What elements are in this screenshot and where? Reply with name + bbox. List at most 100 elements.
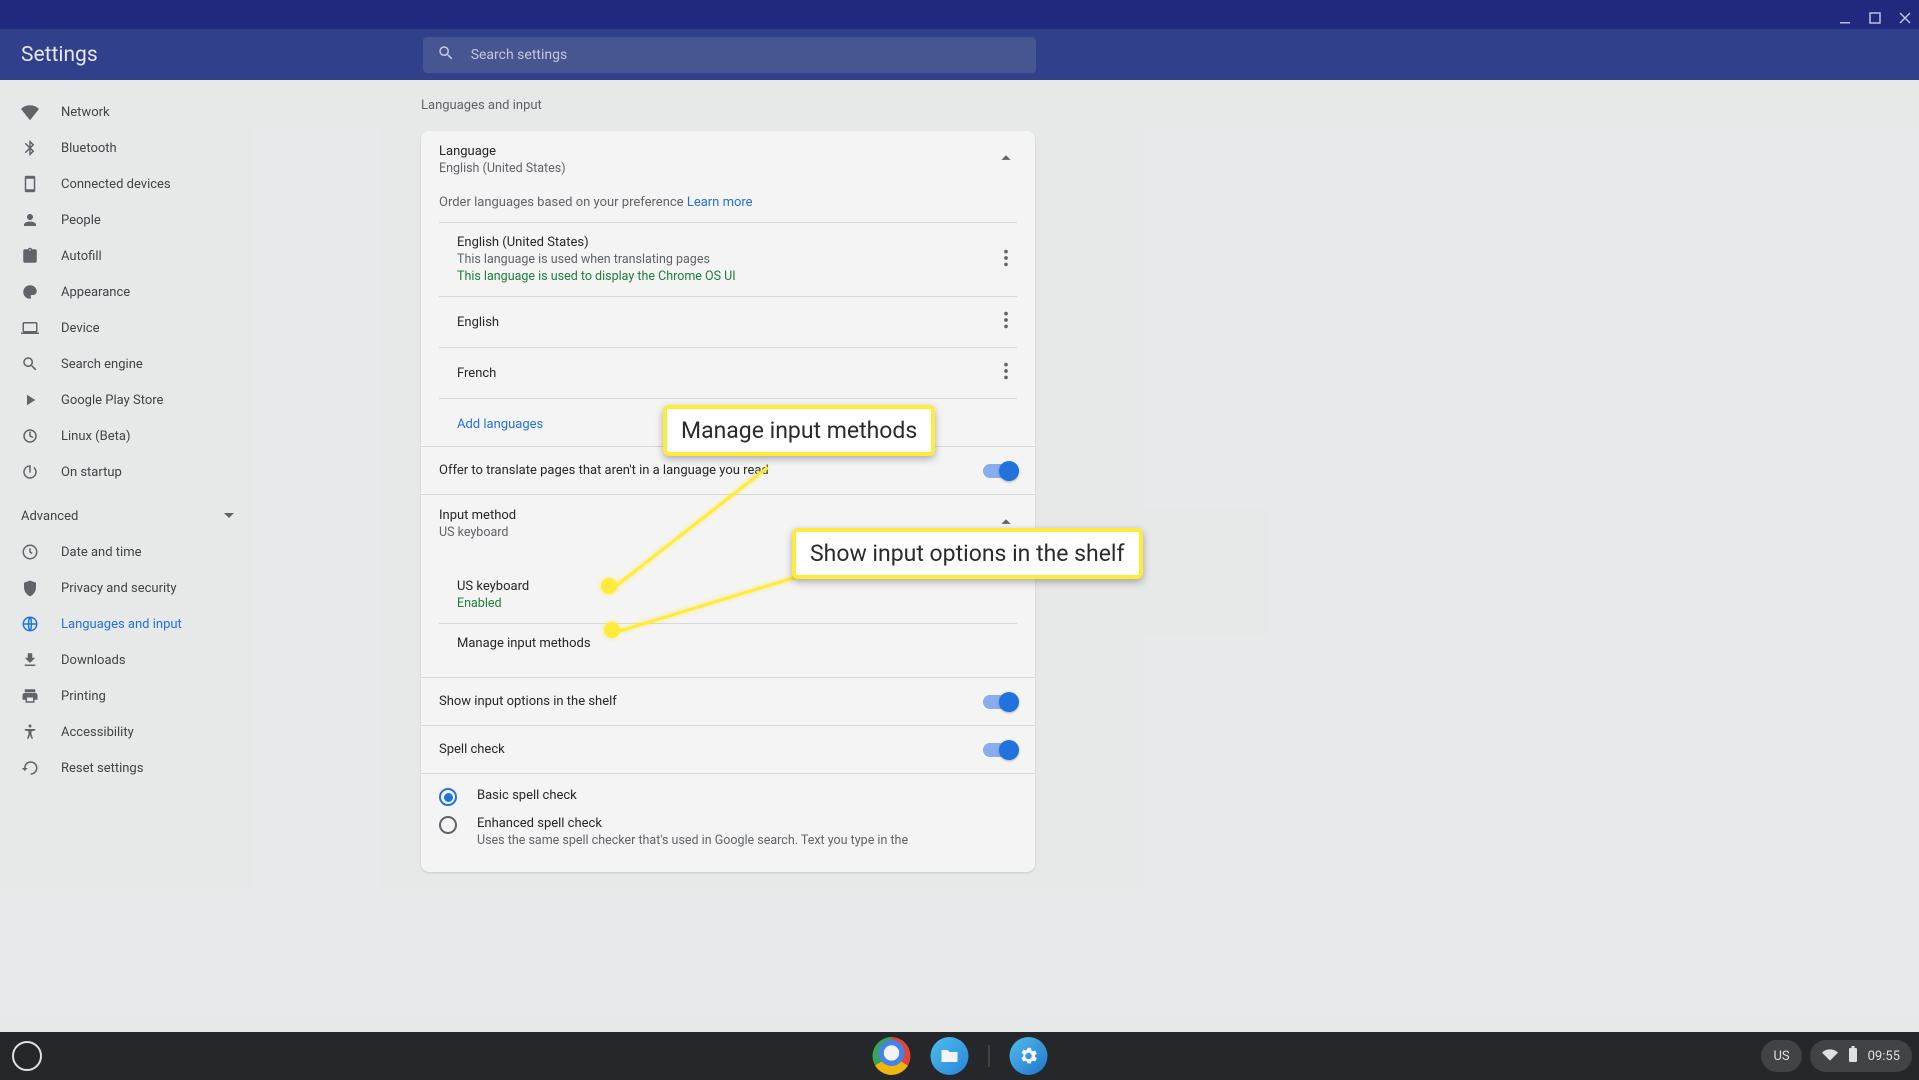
language-item-french: French — [439, 347, 1017, 398]
sidebar-item-autofill[interactable]: Autofill — [0, 238, 255, 274]
radio-unchecked-icon[interactable] — [439, 816, 457, 834]
launcher-button[interactable] — [12, 1041, 42, 1071]
basic-spell-row[interactable]: Basic spell check — [439, 788, 1017, 806]
sidebar-item-people[interactable]: People — [0, 202, 255, 238]
language-order-text: Order languages based on your preference… — [439, 189, 1017, 222]
app-header: Settings — [0, 29, 1919, 80]
phone-icon — [21, 175, 39, 193]
shelf: US 09:55 — [0, 1032, 1919, 1080]
files-app-icon[interactable] — [930, 1037, 968, 1075]
basic-spell-label: Basic spell check — [477, 788, 577, 803]
minimize-icon[interactable] — [1839, 9, 1851, 21]
sidebar-item-label: Accessibility — [61, 725, 134, 740]
show-shelf-toggle[interactable] — [983, 695, 1017, 709]
sidebar-item-languages[interactable]: Languages and input — [0, 606, 255, 642]
sidebar-item-accessibility[interactable]: Accessibility — [0, 714, 255, 750]
radio-checked-icon[interactable] — [439, 788, 457, 806]
download-icon — [21, 651, 39, 669]
sidebar-item-label: Linux (Beta) — [61, 429, 130, 444]
spell-check-setting-row: Spell check — [421, 725, 1035, 773]
language-sub-os: This language is used to display the Chr… — [457, 269, 736, 284]
maximize-icon[interactable] — [1869, 9, 1881, 21]
linux-icon — [21, 427, 39, 445]
window-titlebar — [0, 0, 1919, 29]
sidebar-item-search-engine[interactable]: Search engine — [0, 346, 255, 382]
close-icon[interactable] — [1899, 9, 1911, 21]
sidebar-item-connected-devices[interactable]: Connected devices — [0, 166, 255, 202]
search-icon — [437, 44, 471, 66]
sidebar-item-printing[interactable]: Printing — [0, 678, 255, 714]
callout-manage-input: Manage input methods — [663, 405, 935, 456]
sidebar-item-label: People — [61, 213, 101, 228]
enhanced-spell-sub: Uses the same spell checker that's used … — [477, 833, 908, 848]
more-icon[interactable] — [995, 309, 1017, 335]
language-subtitle: English (United States) — [439, 161, 566, 176]
shelf-separator — [988, 1045, 989, 1067]
search-icon — [21, 355, 39, 373]
language-name: English (United States) — [457, 235, 736, 250]
sidebar-item-label: Printing — [61, 689, 106, 704]
sidebar-item-label: Appearance — [61, 285, 130, 300]
globe-icon — [21, 615, 39, 633]
sidebar-item-appearance[interactable]: Appearance — [0, 274, 255, 310]
callout-show-shelf: Show input options in the shelf — [792, 528, 1143, 579]
shelf-apps — [872, 1037, 1047, 1075]
ime-indicator[interactable]: US — [1761, 1040, 1801, 1072]
sidebar-advanced-label: Advanced — [21, 509, 78, 524]
translate-toggle[interactable] — [983, 464, 1017, 478]
shield-icon — [21, 579, 39, 597]
keyboard-status: Enabled — [457, 596, 1017, 611]
search-container — [423, 37, 1036, 73]
power-icon — [21, 463, 39, 481]
chrome-app-icon[interactable] — [872, 1037, 910, 1075]
sidebar-advanced-toggle[interactable]: Advanced — [0, 498, 255, 534]
app-title: Settings — [21, 43, 98, 67]
enhanced-spell-row[interactable]: Enhanced spell check Uses the same spell… — [439, 816, 1017, 848]
laptop-icon — [21, 319, 39, 337]
sidebar-item-startup[interactable]: On startup — [0, 454, 255, 490]
language-sub: This language is used when translating p… — [457, 252, 736, 267]
sidebar-item-label: Connected devices — [61, 177, 171, 192]
sidebar: Network Bluetooth Connected devices Peop… — [0, 80, 255, 1032]
sidebar-item-downloads[interactable]: Downloads — [0, 642, 255, 678]
spell-check-toggle[interactable] — [983, 743, 1017, 757]
sidebar-item-device[interactable]: Device — [0, 310, 255, 346]
sidebar-item-linux[interactable]: Linux (Beta) — [0, 418, 255, 454]
sidebar-item-label: Autofill — [61, 249, 102, 264]
language-header[interactable]: Language English (United States) — [421, 131, 1035, 189]
sidebar-item-label: Reset settings — [61, 761, 143, 776]
sidebar-item-label: Network — [61, 105, 110, 120]
settings-app-icon[interactable] — [1009, 1037, 1047, 1075]
sidebar-item-date-time[interactable]: Date and time — [0, 534, 255, 570]
status-tray[interactable]: 09:55 — [1810, 1040, 1912, 1072]
play-icon — [21, 391, 39, 409]
clipboard-icon — [21, 247, 39, 265]
sidebar-item-bluetooth[interactable]: Bluetooth — [0, 130, 255, 166]
input-method-title: Input method — [439, 508, 516, 523]
keyboard-name: US keyboard — [457, 579, 1017, 594]
sidebar-item-network[interactable]: Network — [0, 94, 255, 130]
restore-icon — [21, 759, 39, 777]
manage-input-methods-row[interactable]: Manage input methods — [439, 623, 1017, 663]
sidebar-item-label: Search engine — [61, 357, 143, 372]
input-method-subtitle: US keyboard — [439, 525, 516, 540]
sidebar-item-play-store[interactable]: Google Play Store — [0, 382, 255, 418]
sidebar-item-label: Device — [61, 321, 100, 336]
wifi-icon — [21, 103, 39, 121]
shelf-tray: US 09:55 — [1761, 1040, 1912, 1072]
spell-check-label: Spell check — [439, 742, 505, 757]
show-shelf-label: Show input options in the shelf — [439, 694, 617, 709]
language-title: Language — [439, 144, 566, 159]
sidebar-item-label: Bluetooth — [61, 141, 117, 156]
more-icon[interactable] — [995, 247, 1017, 273]
sidebar-item-reset[interactable]: Reset settings — [0, 750, 255, 786]
more-icon[interactable] — [995, 360, 1017, 386]
learn-more-link[interactable]: Learn more — [687, 195, 753, 210]
spell-check-options: Basic spell check Enhanced spell check U… — [421, 773, 1035, 872]
languages-card: Language English (United States) Order l… — [421, 131, 1035, 872]
search-input[interactable] — [471, 47, 1022, 63]
add-languages-link[interactable]: Add languages — [457, 417, 543, 432]
palette-icon — [21, 283, 39, 301]
sidebar-item-privacy[interactable]: Privacy and security — [0, 570, 255, 606]
language-name: English — [457, 315, 499, 330]
